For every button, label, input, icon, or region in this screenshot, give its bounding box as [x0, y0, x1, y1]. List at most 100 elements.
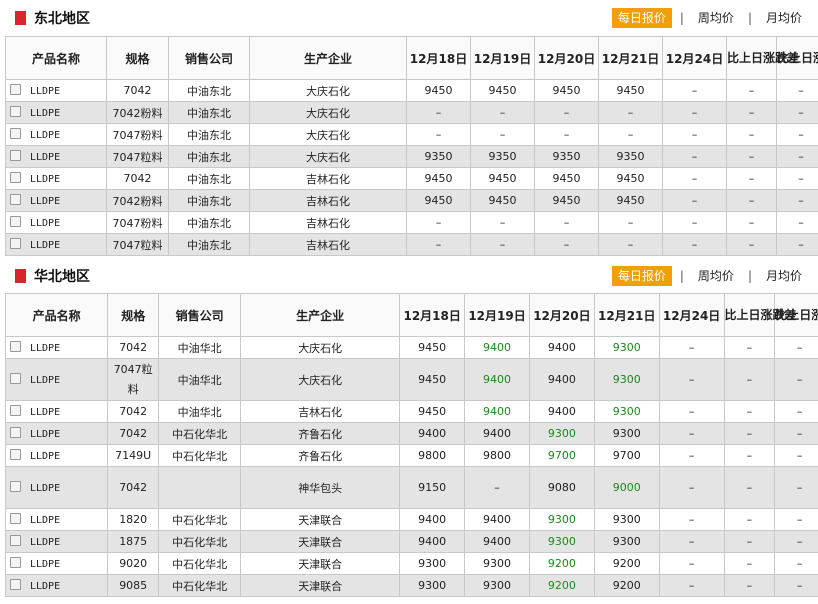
- d24-cell: –: [658, 444, 725, 467]
- product-name: LLDPE: [30, 515, 61, 526]
- product-cell: LLDPE: [5, 101, 107, 124]
- row-checkbox[interactable]: [10, 373, 21, 384]
- d24-cell: –: [662, 101, 727, 124]
- d21-cell: –: [598, 211, 663, 234]
- d19-cell: 9350: [470, 145, 535, 168]
- price-tabs: 每日报价 | 周均价 | 月均价: [611, 266, 808, 286]
- d19-cell: 9800: [464, 444, 530, 467]
- d20-cell: –: [534, 233, 599, 256]
- d24-cell: –: [662, 167, 727, 190]
- product-cell: LLDPE: [4, 574, 109, 597]
- producer-cell: 神华包头: [240, 466, 401, 509]
- spec-cell: 7042: [107, 400, 160, 423]
- row-checkbox[interactable]: [10, 513, 21, 524]
- table-row: LLDPE 7047粒料 中油东北 吉林石化 – – – – – – –: [5, 233, 818, 256]
- producer-cell: 齐鲁石化: [240, 444, 401, 467]
- diff-cell: –: [726, 101, 777, 124]
- d21-cell: 9450: [598, 189, 663, 212]
- product-name: LLDPE: [30, 108, 61, 119]
- table-row: LLDPE 7047粒料 中油东北 大庆石化 9350 9350 9350 9350– – –: [5, 145, 818, 168]
- row-checkbox[interactable]: [10, 427, 21, 438]
- tab-separator: |: [679, 11, 684, 25]
- row-checkbox[interactable]: [10, 106, 21, 117]
- producer-cell: 大庆石化: [240, 358, 401, 401]
- diff-cell: –: [723, 574, 776, 597]
- producer-cell: 天津联合: [240, 552, 401, 575]
- column-header: 销售公司: [158, 293, 242, 337]
- section-northeast: 东北地区 每日报价 | 周均价 | 月均价 产品名称 规格 销售公司 生产企业 12月1…: [0, 0, 818, 258]
- table-row: LLDPE 7042 中石化华北 齐鲁石化 9400 9400 9300 9300– – –: [4, 422, 818, 445]
- tab-weekly-avg[interactable]: 周均价: [692, 266, 740, 286]
- product-cell: LLDPE: [5, 167, 107, 190]
- d24-cell: –: [658, 552, 725, 575]
- diff-cell: –: [726, 145, 777, 168]
- table-row: LLDPE 7042 神华包头 9150–9080 9000– – –: [4, 466, 818, 509]
- d21-cell: 9350: [598, 145, 663, 168]
- tab-weekly-avg[interactable]: 周均价: [692, 8, 740, 28]
- spec-cell: 1875: [107, 530, 160, 553]
- rate-cell: –: [774, 336, 818, 359]
- row-checkbox[interactable]: [10, 449, 21, 460]
- seller-cell: 中油东北: [168, 101, 250, 124]
- column-header: 12月24日: [662, 36, 727, 80]
- row-checkbox[interactable]: [10, 238, 21, 249]
- d19-cell: 9450: [470, 189, 535, 212]
- d24-cell: –: [658, 400, 725, 423]
- d20-cell: 9350: [534, 145, 599, 168]
- spec-cell: 7042: [106, 167, 169, 190]
- spec-cell: 7047粒料: [106, 145, 169, 168]
- rate-cell: –: [774, 552, 818, 575]
- rate-cell: –: [774, 358, 818, 401]
- row-checkbox[interactable]: [10, 405, 21, 416]
- tab-monthly-avg[interactable]: 月均价: [760, 8, 808, 28]
- producer-cell: 天津联合: [240, 574, 401, 597]
- tab-daily-quote[interactable]: 每日报价: [611, 8, 672, 28]
- row-checkbox[interactable]: [10, 481, 21, 492]
- row-checkbox[interactable]: [10, 128, 21, 139]
- table-row: LLDPE 7042 中油东北 吉林石化 9450 9450 9450 9450– – –: [5, 167, 818, 190]
- column-header: 12月19日: [464, 293, 530, 337]
- tab-separator: |: [747, 269, 752, 283]
- table-row: LLDPE 7047粉料 中油东北 吉林石化 – – – – – – –: [5, 211, 818, 234]
- seller-cell: 中石化华北: [158, 530, 242, 553]
- section-header: 华北地区 每日报价 | 周均价 | 月均价: [0, 258, 818, 292]
- d18-cell: –: [406, 101, 471, 124]
- spec-cell: 9020: [107, 552, 160, 575]
- d18-cell: 9450: [399, 400, 466, 423]
- d24-cell: –: [662, 79, 727, 102]
- d20-cell: 9450: [534, 167, 599, 190]
- product-cell: LLDPE: [4, 422, 109, 445]
- product-cell: LLDPE: [4, 336, 109, 359]
- column-header: 比上日涨跌差: [723, 293, 797, 337]
- row-checkbox[interactable]: [10, 557, 21, 568]
- row-checkbox[interactable]: [10, 150, 21, 161]
- d18-cell: 9450: [406, 189, 471, 212]
- diff-cell: –: [723, 466, 776, 509]
- d18-cell: 9300: [399, 552, 466, 575]
- seller-cell: 中油东北: [168, 145, 250, 168]
- producer-cell: 大庆石化: [249, 123, 407, 146]
- d21-cell: 9200: [593, 552, 660, 575]
- row-checkbox[interactable]: [10, 535, 21, 546]
- d24-cell: –: [658, 466, 725, 509]
- spec-cell: 7042粉料: [106, 101, 169, 124]
- table-row: LLDPE 1875 中石化华北 天津联合 9400 9400 9300 9300– – –: [4, 530, 818, 553]
- section-title: 东北地区: [15, 10, 90, 28]
- spec-cell: 7042粉料: [106, 189, 169, 212]
- tab-daily-quote[interactable]: 每日报价: [611, 266, 672, 286]
- d18-cell: 9150: [399, 466, 466, 509]
- producer-cell: 大庆石化: [249, 101, 407, 124]
- tab-monthly-avg[interactable]: 月均价: [760, 266, 808, 286]
- row-checkbox[interactable]: [10, 216, 21, 227]
- row-checkbox[interactable]: [10, 579, 21, 590]
- diff-cell: –: [726, 233, 777, 256]
- d19-cell: 9400: [464, 508, 530, 531]
- row-checkbox[interactable]: [10, 172, 21, 183]
- d20-cell: 9300: [528, 422, 595, 445]
- row-checkbox[interactable]: [10, 341, 21, 352]
- spec-cell: 9085: [107, 574, 160, 597]
- row-checkbox[interactable]: [10, 84, 21, 95]
- row-checkbox[interactable]: [10, 194, 21, 205]
- producer-cell: 吉林石化: [240, 400, 401, 423]
- column-header: 12月20日: [528, 293, 595, 337]
